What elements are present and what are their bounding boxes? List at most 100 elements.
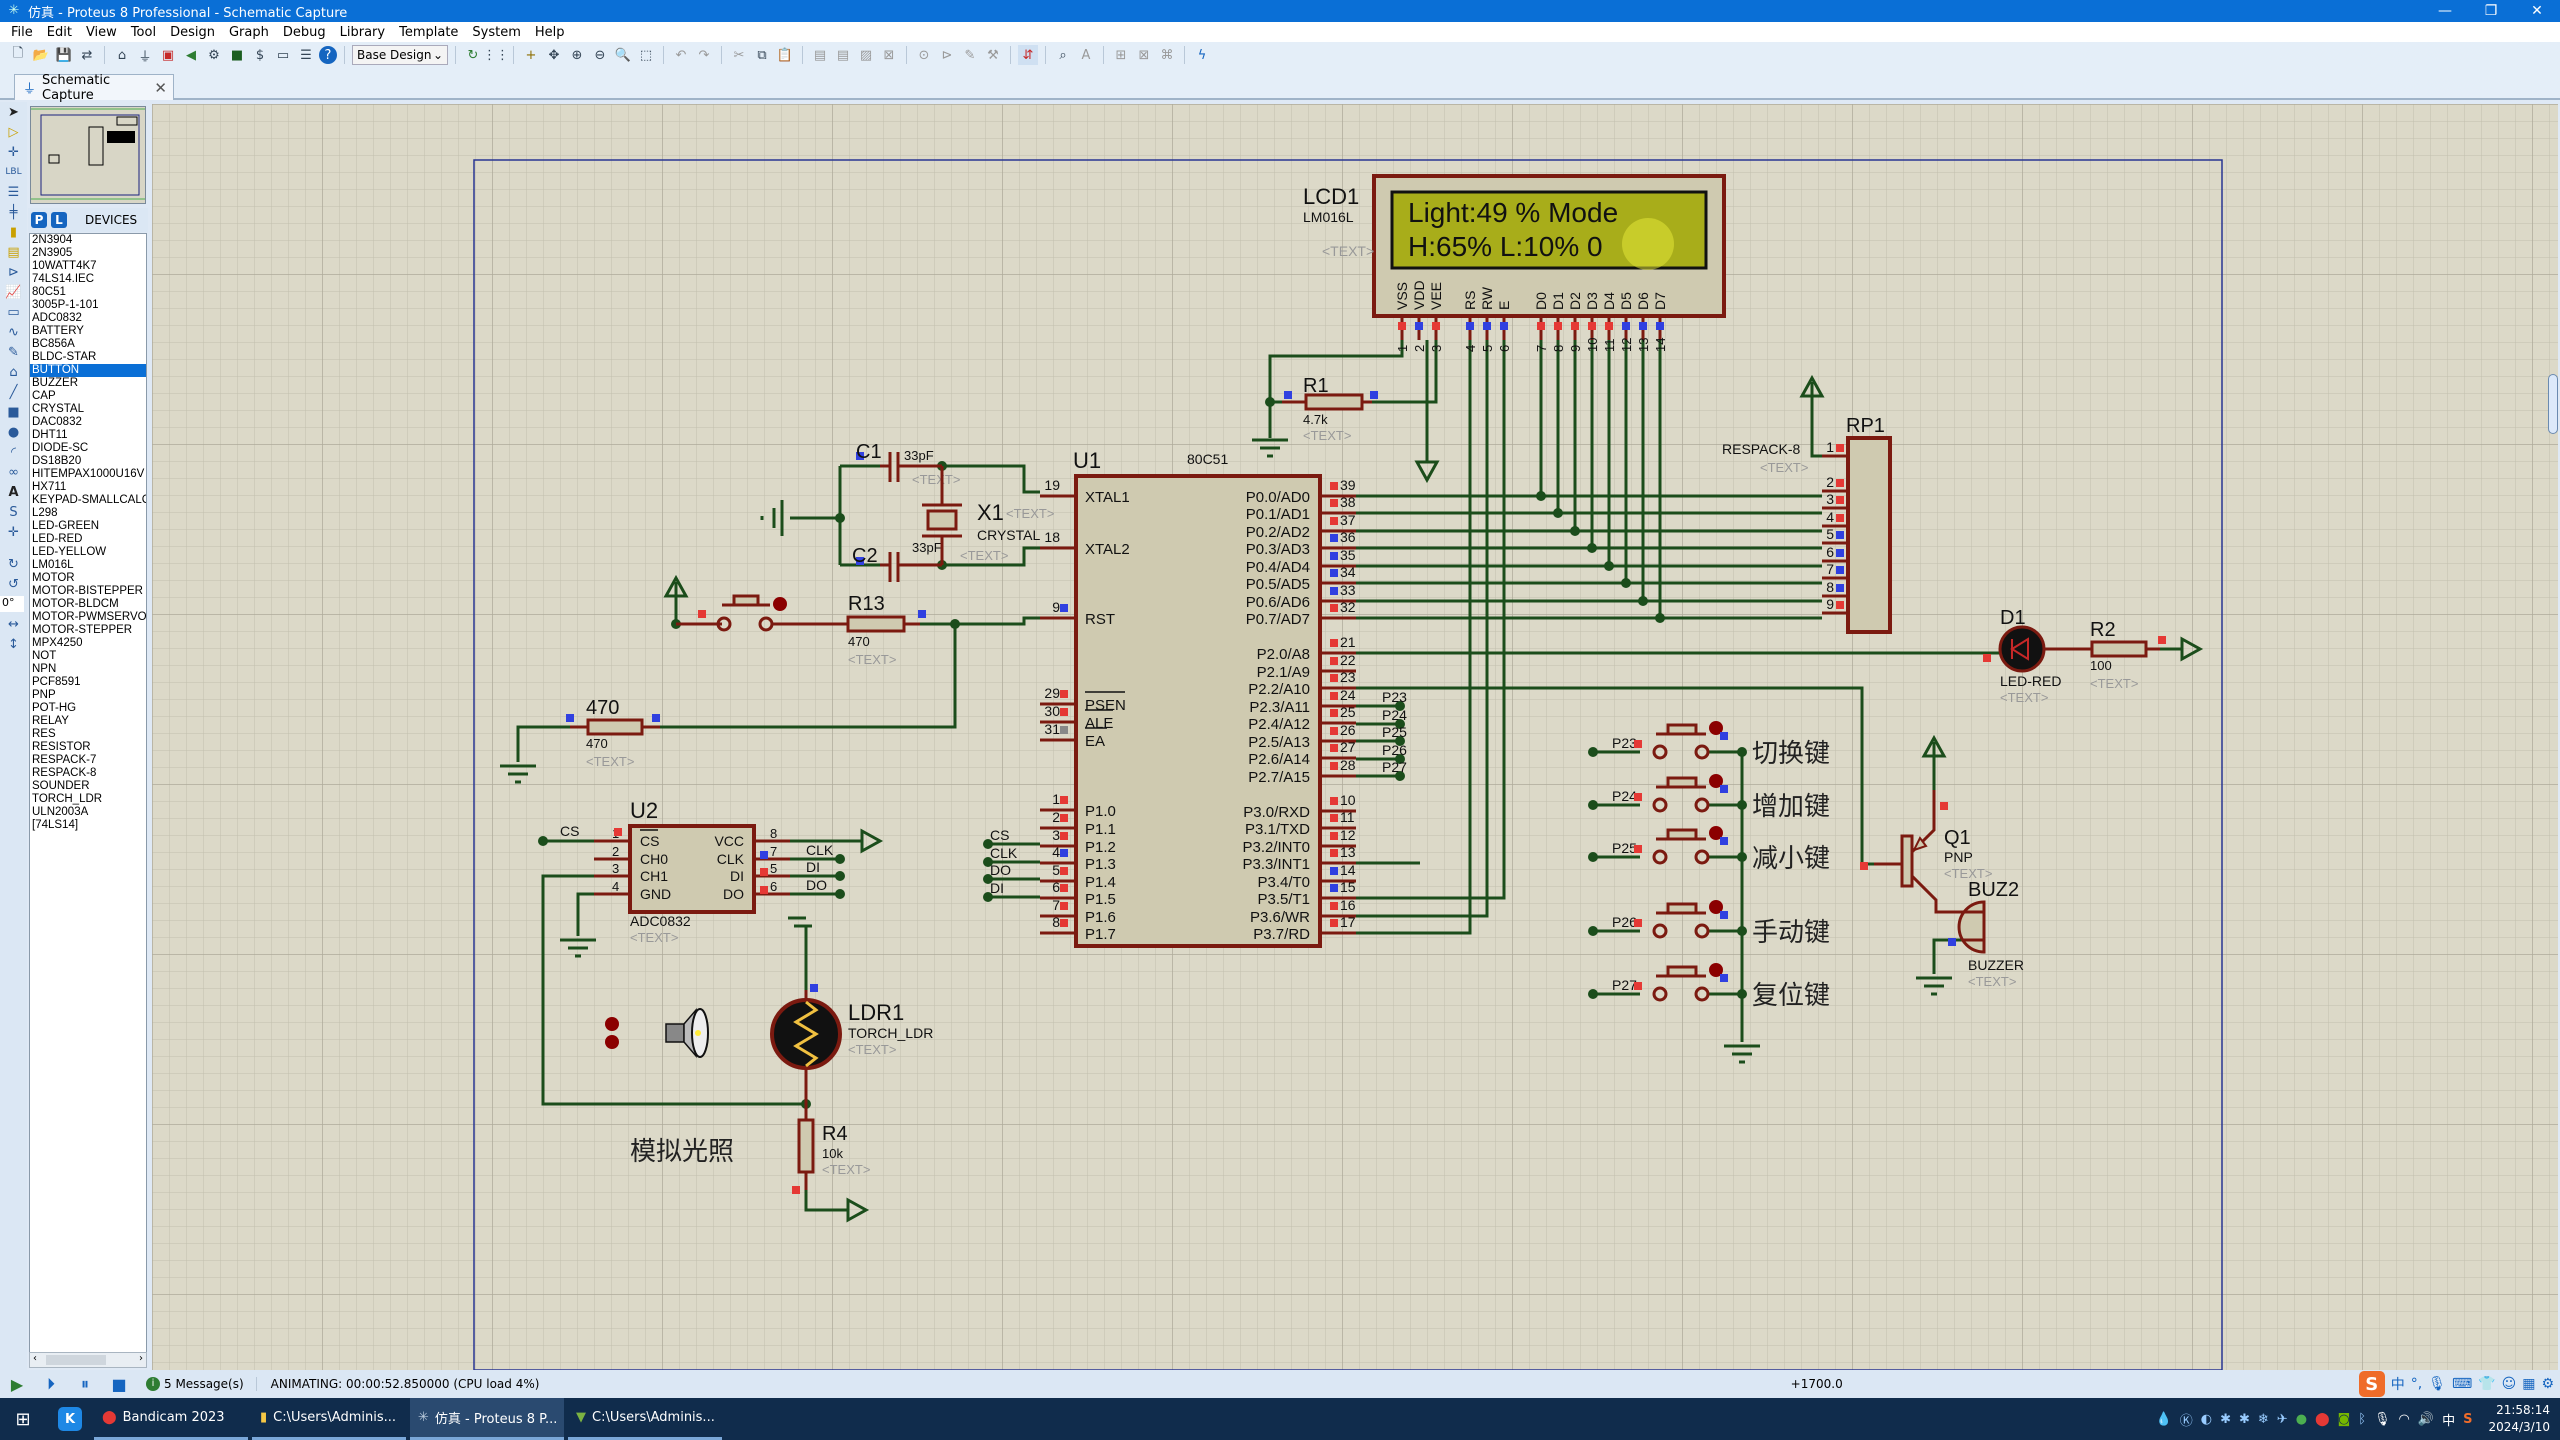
3d-icon[interactable]: ⚙ xyxy=(204,45,224,65)
skin-icon[interactable]: 👕 xyxy=(2478,1376,2495,1392)
pause-button[interactable]: ⏸ xyxy=(68,1374,102,1394)
mirror-horizontal-icon[interactable]: ↔ xyxy=(0,614,27,634)
make-device-icon[interactable]: ⊳ xyxy=(937,45,957,65)
box-tool-icon[interactable]: ■ xyxy=(0,402,27,422)
selection-mode-icon[interactable]: ➤ xyxy=(0,102,27,122)
device-item[interactable]: TORCH_LDR xyxy=(30,793,146,806)
device-item[interactable]: ADC0832 xyxy=(30,312,146,325)
device-item[interactable]: LED-YELLOW xyxy=(30,546,146,559)
device-item[interactable]: NPN xyxy=(30,663,146,676)
sogou-ime-icon[interactable]: S xyxy=(2358,1371,2385,1397)
taskbar-item-explorer[interactable]: ▮ C:\Users\Adminis... xyxy=(252,1398,406,1440)
taskbar-item-keil[interactable]: ▼ C:\Users\Adminis... xyxy=(568,1398,722,1440)
new-icon[interactable]: 🗋 xyxy=(8,45,28,65)
device-item[interactable]: MOTOR-BLDCM xyxy=(30,598,146,611)
device-item[interactable]: 2N3904 xyxy=(30,234,146,247)
menu-help[interactable]: Help xyxy=(528,25,572,40)
new-sheet-icon[interactable]: ⊞ xyxy=(1111,45,1131,65)
record-tray-icon[interactable]: ⬤ xyxy=(2315,1412,2330,1427)
tab-schematic-capture[interactable]: ⏚ Schematic Capture ✕ xyxy=(14,73,174,103)
device-item[interactable]: BUZZER xyxy=(30,377,146,390)
close-button[interactable]: ✕ xyxy=(2514,0,2560,22)
packaging-icon[interactable]: ✎ xyxy=(960,45,980,65)
menu-debug[interactable]: Debug xyxy=(276,25,333,40)
redo-icon[interactable]: ↷ xyxy=(694,45,714,65)
device-item[interactable]: 80C51 xyxy=(30,286,146,299)
device-item[interactable]: PNP xyxy=(30,689,146,702)
tape-recorder-icon[interactable]: ▭ xyxy=(0,302,27,322)
device-item[interactable]: [74LS14] xyxy=(30,819,146,832)
device-item[interactable]: RESISTOR xyxy=(30,741,146,754)
device-item[interactable]: NOT xyxy=(30,650,146,663)
menu-graph[interactable]: Graph xyxy=(222,25,276,40)
app-tray-icon-2[interactable]: ✱ xyxy=(2239,1412,2250,1427)
zoom-out-icon[interactable]: ⊖ xyxy=(590,45,610,65)
block-rotate-icon[interactable]: ▨ xyxy=(856,45,876,65)
pan-icon[interactable]: ✥ xyxy=(544,45,564,65)
menu-system[interactable]: System xyxy=(465,25,527,40)
app-tray-icon[interactable]: ✱ xyxy=(2220,1412,2231,1427)
device-item[interactable]: DAC0832 xyxy=(30,416,146,429)
device-item[interactable]: BUTTON xyxy=(30,364,146,377)
circle-tool-icon[interactable]: ● xyxy=(0,422,27,442)
volume-icon[interactable]: 🔊 xyxy=(2418,1412,2434,1427)
device-pins-icon[interactable]: ⊳ xyxy=(0,262,27,282)
device-item[interactable]: RES xyxy=(30,728,146,741)
device-item[interactable]: RESPACK-8 xyxy=(30,767,146,780)
line-tool-icon[interactable]: ╱ xyxy=(0,382,27,402)
notes-icon[interactable]: ☰ xyxy=(296,45,316,65)
device-item[interactable]: MOTOR-PWMSERVO xyxy=(30,611,146,624)
overview-window[interactable] xyxy=(30,106,146,204)
network-share-icon[interactable]: ❄ xyxy=(2258,1412,2269,1427)
probe-icon[interactable]: ✎ xyxy=(0,342,27,362)
wechat-icon[interactable]: ● xyxy=(2296,1412,2307,1427)
kugou-icon[interactable]: K xyxy=(58,1407,82,1431)
restore-button[interactable]: ❐ xyxy=(2468,0,2514,22)
schematic-canvas[interactable]: Light:49 % Mode H:65% L:10% 0 LCD1 LM016L <T… xyxy=(152,104,2558,1371)
close-tab-icon[interactable]: ✕ xyxy=(154,79,167,97)
canvas-vertical-scroll-thumb[interactable] xyxy=(2548,374,2558,434)
symbol-tool-icon[interactable]: S xyxy=(0,502,27,522)
kugou-tray-icon[interactable]: Ⓚ xyxy=(2180,1410,2193,1429)
import-icon[interactable]: ⇄ xyxy=(77,45,97,65)
rotate-ccw-icon[interactable]: ↺ xyxy=(0,574,27,594)
subcircuit-icon[interactable]: ▮ xyxy=(0,222,27,242)
block-delete-icon[interactable]: ⊠ xyxy=(879,45,899,65)
device-item[interactable]: LED-GREEN xyxy=(30,520,146,533)
pick-devices-button[interactable]: P xyxy=(31,212,47,228)
device-item[interactable]: MOTOR xyxy=(30,572,146,585)
block-move-icon[interactable]: ▤ xyxy=(833,45,853,65)
copy-icon[interactable]: ⧉ xyxy=(752,45,772,65)
menu-library[interactable]: Library xyxy=(333,25,392,40)
home-icon[interactable]: ⌂ xyxy=(112,45,132,65)
device-item[interactable]: LM016L xyxy=(30,559,146,572)
goto-sheet-icon[interactable]: ⌘ xyxy=(1157,45,1177,65)
mic-tray-icon[interactable]: 🎙 xyxy=(2374,1412,2391,1427)
device-item[interactable]: SOUNDER xyxy=(30,780,146,793)
microphone-icon[interactable]: 🎙 xyxy=(2428,1376,2446,1392)
device-item[interactable]: BLDC-STAR xyxy=(30,351,146,364)
text-script-icon[interactable]: ☰ xyxy=(0,182,27,202)
open-icon[interactable]: 📂 xyxy=(31,45,51,65)
device-item[interactable]: MOTOR-BISTEPPER xyxy=(30,585,146,598)
undo-icon[interactable]: ↶ xyxy=(671,45,691,65)
paste-icon[interactable]: 📋 xyxy=(775,45,795,65)
device-item[interactable]: RELAY xyxy=(30,715,146,728)
netlist-icon[interactable]: ϟ xyxy=(1192,45,1212,65)
device-item[interactable]: PCF8591 xyxy=(30,676,146,689)
pick-icon[interactable]: ⊙ xyxy=(914,45,934,65)
source-icon[interactable]: $ xyxy=(250,45,270,65)
bluetooth-icon[interactable]: ᛒ xyxy=(2358,1412,2366,1427)
device-item[interactable]: 2N3905 xyxy=(30,247,146,260)
menu-template[interactable]: Template xyxy=(392,25,465,40)
component-mode-icon[interactable]: ▷ xyxy=(0,122,27,142)
device-item[interactable]: DIODE-SC xyxy=(30,442,146,455)
help-icon[interactable]: ? xyxy=(319,46,337,64)
schematic-icon[interactable]: ⏚ xyxy=(135,45,155,65)
zoom-in-icon[interactable]: ⊕ xyxy=(567,45,587,65)
menu-tool[interactable]: Tool xyxy=(124,25,163,40)
taskbar-item-proteus[interactable]: ✳ 仿真 - Proteus 8 P... xyxy=(410,1398,564,1440)
marker-tool-icon[interactable]: ✛ xyxy=(0,522,27,542)
device-item[interactable]: DS18B20 xyxy=(30,455,146,468)
wifi-icon[interactable]: ◠ xyxy=(2399,1412,2410,1427)
